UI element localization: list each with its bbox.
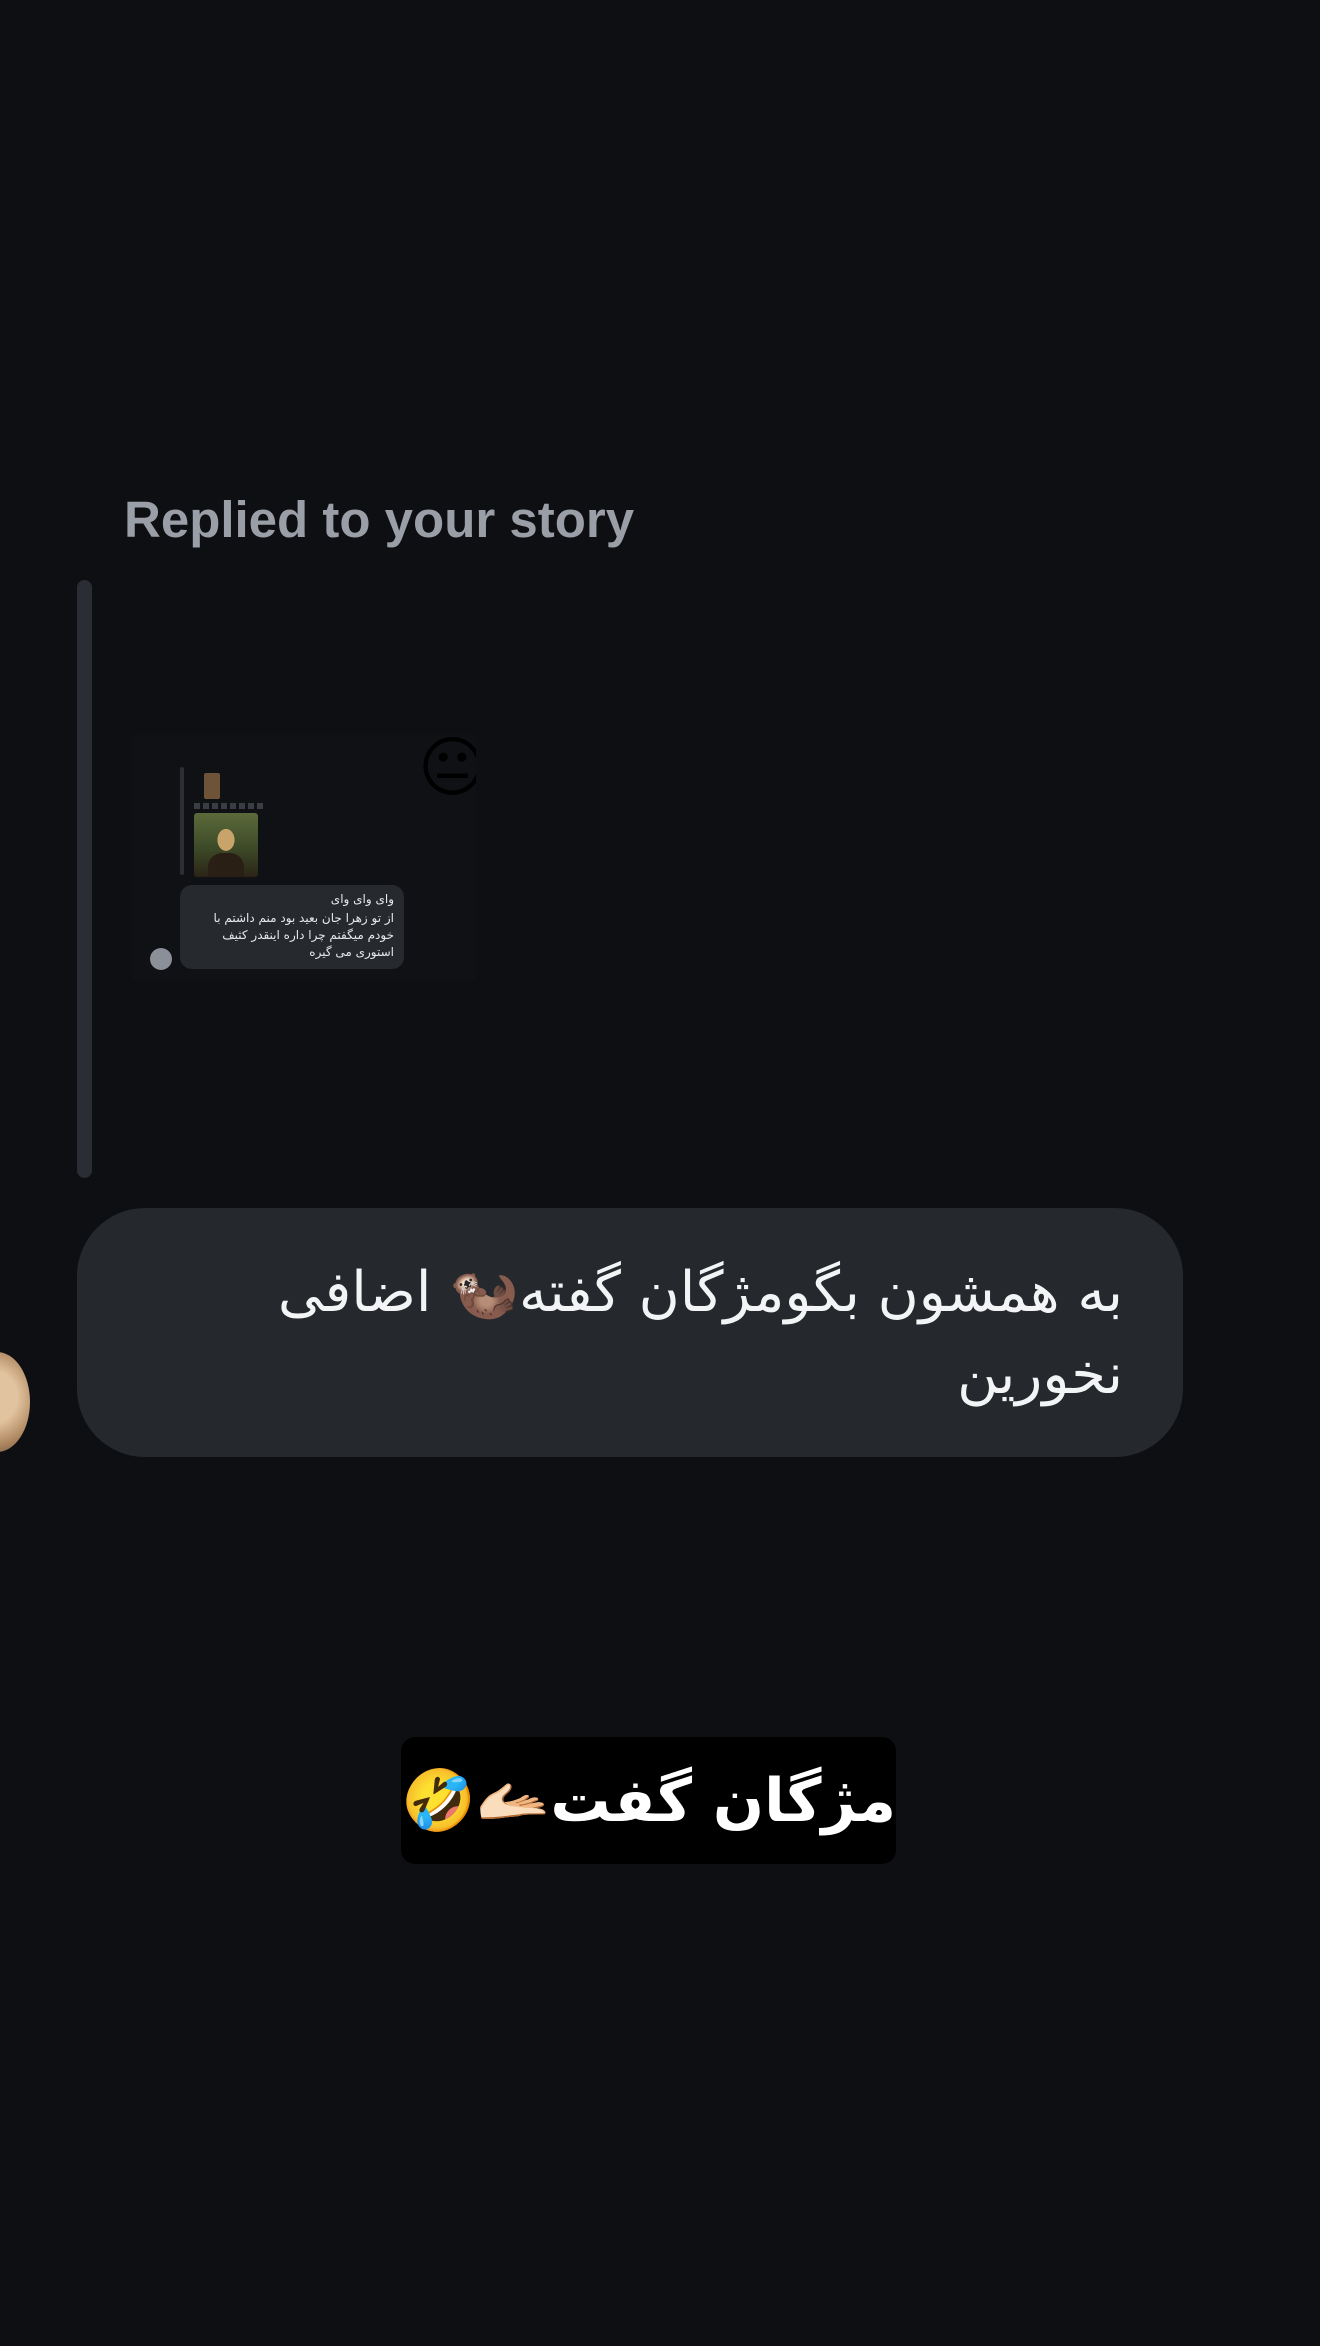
mini-message-bubble: وای وای وای از تو زهرا جان بعید بود منم … xyxy=(180,885,404,969)
chat-screen: Replied to your story 😐 وای وای وای از ت… xyxy=(0,0,1320,2346)
neutral-face-emoji: 😐 xyxy=(418,735,476,806)
mini-message-line1: وای وای وای xyxy=(330,892,394,906)
mini-avatar xyxy=(150,948,172,970)
message-text: به همشون بگومژگان گفته🦦 اضافی نخورین xyxy=(277,1260,1123,1407)
replied-to-story-label: Replied to your story xyxy=(124,491,635,548)
mini-message-line2: از تو زهرا جان بعید بود منم داشتم با خود… xyxy=(213,911,394,959)
mini-story-image xyxy=(204,773,220,799)
reply-quote-bar xyxy=(77,580,92,1178)
sender-avatar[interactable] xyxy=(0,1352,30,1452)
story-caption: مژگان گفت🫴🏻🤣 xyxy=(401,1737,896,1864)
story-preview-thumbnail[interactable]: 😐 وای وای وای از تو زهرا جان بعید بود من… xyxy=(132,735,476,980)
mini-quote-bar xyxy=(180,767,184,875)
mini-reply-label xyxy=(194,803,264,809)
message-bubble[interactable]: به همشون بگومژگان گفته🦦 اضافی نخورین xyxy=(77,1208,1183,1457)
mona-lisa-image xyxy=(194,813,258,877)
